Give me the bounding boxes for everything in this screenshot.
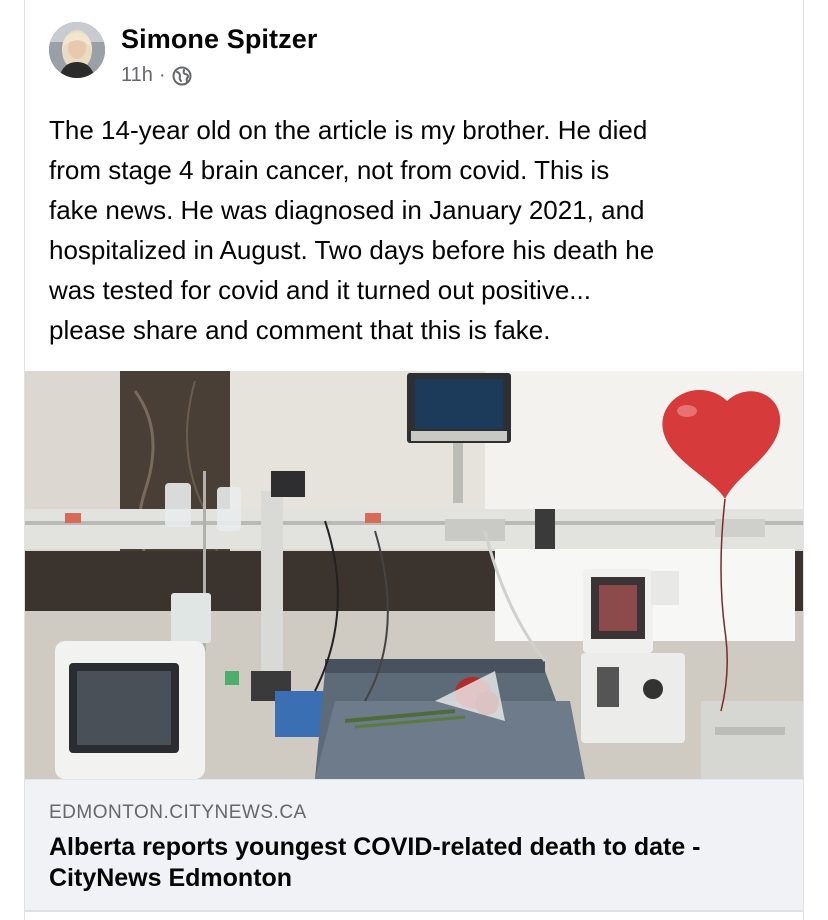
- globe-icon: [172, 66, 192, 85]
- author-name[interactable]: Simone Spitzer: [121, 24, 317, 55]
- post-card: Simone Spitzer 11h · The 14-year old on …: [24, 0, 804, 920]
- link-domain: EDMONTON.CITYNEWS.CA: [49, 802, 307, 823]
- divider: [24, 910, 804, 912]
- post-text: The 14-year old on the article is my bro…: [49, 110, 789, 350]
- avatar-photo: [49, 22, 105, 78]
- link-preview[interactable]: EDMONTON.CITYNEWS.CA Alberta reports you…: [25, 779, 803, 911]
- post-text-line: please share and comment that this is fa…: [49, 315, 551, 345]
- avatar[interactable]: [49, 22, 105, 78]
- post-meta: 11h ·: [121, 64, 192, 87]
- post-text-line: hospitalized in August. Two days before …: [49, 235, 655, 265]
- post-time[interactable]: 11h: [121, 64, 153, 87]
- post-text-line: was tested for covid and it turned out p…: [49, 275, 591, 305]
- post-text-line: from stage 4 brain cancer, not from covi…: [49, 155, 610, 185]
- meta-separator: ·: [158, 64, 166, 86]
- link-preview-image[interactable]: [25, 371, 803, 779]
- link-title[interactable]: Alberta reports youngest COVID-related d…: [49, 832, 789, 894]
- post-text-line: The 14-year old on the article is my bro…: [49, 115, 648, 145]
- post-text-line: fake news. He was diagnosed in January 2…: [49, 195, 645, 225]
- hospital-room-photo: [25, 371, 803, 779]
